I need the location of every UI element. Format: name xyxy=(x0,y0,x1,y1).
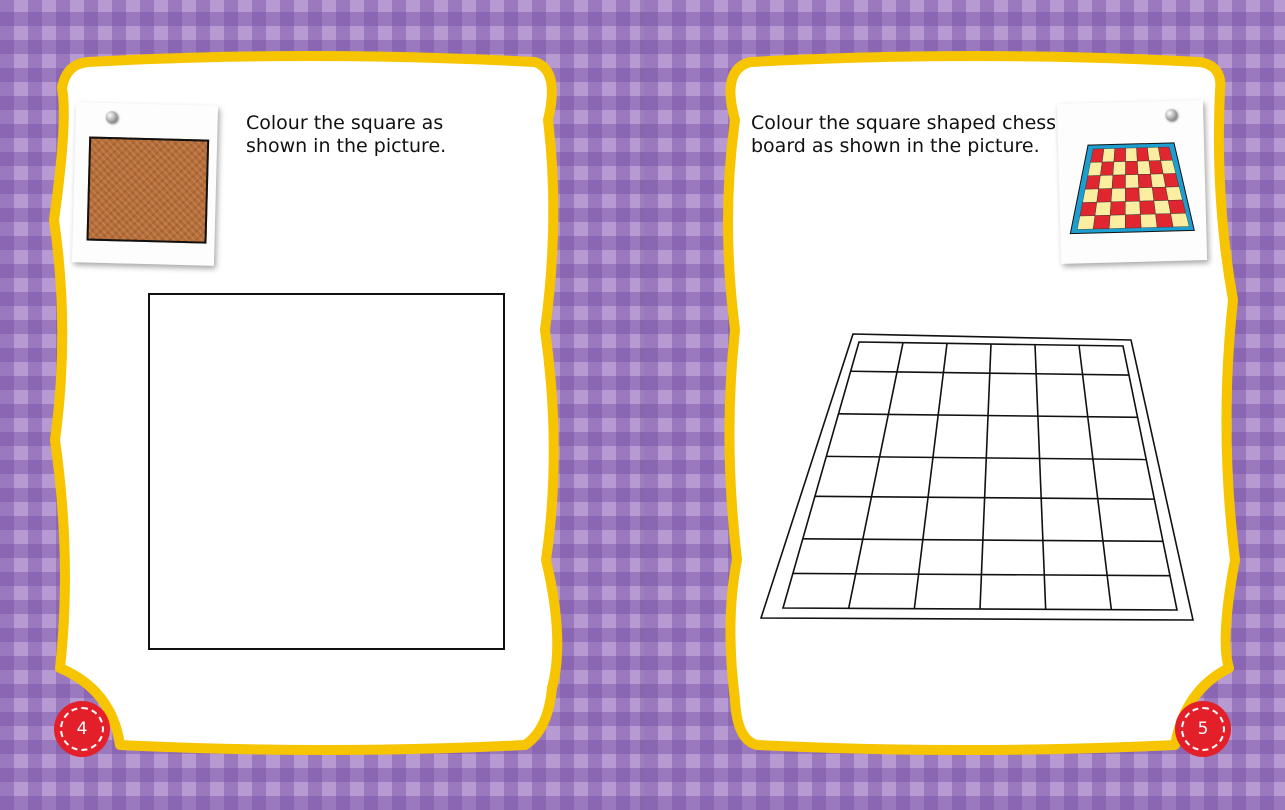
chess-cell xyxy=(1101,148,1116,163)
chess-cell xyxy=(1096,188,1113,203)
chess-cell xyxy=(1125,160,1139,176)
chess-cell xyxy=(1138,187,1155,202)
chess-cell xyxy=(1125,200,1141,216)
chess-cell xyxy=(1139,200,1156,215)
chess-cell xyxy=(1170,213,1190,228)
board-column-line xyxy=(847,342,904,609)
chess-cell xyxy=(1152,186,1169,201)
chess-cell xyxy=(1137,173,1153,189)
left-instruction-line2: shown in the picture. xyxy=(246,135,447,157)
chess-cell xyxy=(1125,214,1142,229)
pushpin-icon xyxy=(105,110,118,124)
left-instruction-line1: Colour the square as xyxy=(246,112,444,134)
right-sample-card xyxy=(1056,100,1208,264)
page-number-badge-left: 4 xyxy=(56,703,108,755)
chess-cell xyxy=(1110,187,1126,203)
chess-cell xyxy=(1082,188,1099,203)
chess-cell xyxy=(1100,161,1115,176)
page-number-right: 5 xyxy=(1197,719,1209,739)
chess-cell xyxy=(1113,147,1126,163)
chess-cell xyxy=(1079,202,1098,217)
pushpin-icon xyxy=(1165,108,1178,122)
board-column-line xyxy=(1034,344,1047,610)
chess-cell xyxy=(1094,201,1112,216)
chess-cell xyxy=(1136,147,1150,162)
board-row-line xyxy=(792,572,1170,577)
right-instruction: Colour the square shaped chess board as … xyxy=(751,112,1056,158)
chess-cell xyxy=(1108,214,1126,229)
board-inner-border xyxy=(781,341,1178,611)
page-number-left: 4 xyxy=(76,719,88,739)
chess-cell xyxy=(1153,200,1171,215)
chess-cell xyxy=(1098,174,1114,190)
board-column-line xyxy=(979,343,992,610)
board-column-line xyxy=(913,343,948,609)
right-page: Colour the square shaped chess board as … xyxy=(645,0,1285,810)
brown-square-sample xyxy=(86,136,210,244)
chess-cell xyxy=(1137,160,1151,175)
chess-cell xyxy=(1109,201,1126,216)
right-instruction-line2: board as shown in the picture. xyxy=(751,135,1040,157)
book-spine xyxy=(640,0,644,810)
blank-chessboard-outline[interactable] xyxy=(755,330,1215,650)
board-column-line xyxy=(1078,345,1113,610)
left-sample-card xyxy=(71,102,219,266)
right-instruction-line1: Colour the square shaped chess xyxy=(751,112,1057,134)
board-outer-border xyxy=(759,333,1194,621)
chess-cell xyxy=(1125,174,1140,189)
chess-cell xyxy=(1125,147,1138,162)
chessboard-sample-icon xyxy=(1069,142,1195,235)
chess-cell xyxy=(1167,199,1187,214)
chess-cell xyxy=(1092,215,1111,230)
chess-cell xyxy=(1125,187,1140,202)
page-number-badge-right: 5 xyxy=(1177,703,1229,755)
chess-cell xyxy=(1112,161,1126,176)
chess-cell xyxy=(1076,215,1096,230)
blank-square-outline[interactable] xyxy=(148,293,505,650)
chess-cell xyxy=(1155,213,1174,228)
left-page: Colour the square as shown in the pictur… xyxy=(0,0,640,810)
chess-cell xyxy=(1111,174,1126,189)
chess-cell xyxy=(1140,213,1158,228)
left-instruction: Colour the square as shown in the pictur… xyxy=(246,112,446,158)
